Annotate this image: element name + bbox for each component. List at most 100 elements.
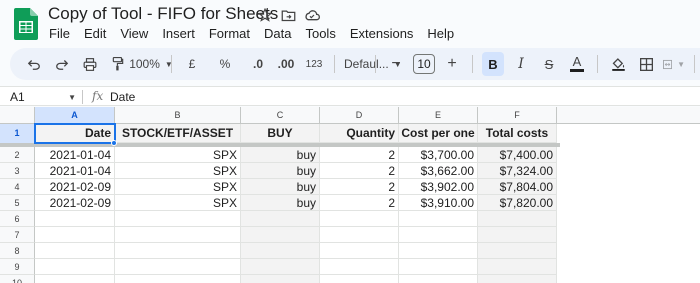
table-cell[interactable]: [241, 243, 320, 259]
table-cell[interactable]: [35, 259, 115, 275]
table-cell[interactable]: 2: [320, 195, 399, 211]
column-header-a[interactable]: A: [35, 107, 115, 124]
row-header-8[interactable]: 8: [0, 243, 35, 259]
table-cell[interactable]: [115, 275, 241, 283]
table-cell[interactable]: [35, 227, 115, 243]
table-cell[interactable]: [478, 227, 557, 243]
menu-edit[interactable]: Edit: [77, 25, 113, 43]
menu-format[interactable]: Format: [202, 25, 257, 43]
table-cell[interactable]: SPX: [115, 195, 241, 211]
text-color-button[interactable]: A: [566, 52, 588, 76]
italic-button[interactable]: I: [510, 52, 532, 76]
zoom-select[interactable]: 100% ▼: [129, 52, 173, 76]
menu-tools[interactable]: Tools: [298, 25, 342, 43]
table-cell[interactable]: $3,662.00: [399, 163, 478, 179]
table-cell[interactable]: [115, 227, 241, 243]
redo-icon[interactable]: [51, 52, 73, 76]
decrease-decimal-button[interactable]: .0: [247, 52, 269, 76]
table-cell[interactable]: 2: [320, 179, 399, 195]
table-cell[interactable]: [320, 259, 399, 275]
table-cell[interactable]: [115, 243, 241, 259]
table-cell[interactable]: $7,804.00: [478, 179, 557, 195]
sheets-logo-icon[interactable]: [14, 8, 38, 40]
percent-format-button[interactable]: %: [214, 52, 236, 76]
cloud-status-icon[interactable]: [303, 6, 321, 24]
column-header-d[interactable]: D: [320, 107, 399, 124]
column-header-e[interactable]: E: [399, 107, 478, 124]
table-cell[interactable]: [35, 243, 115, 259]
table-cell[interactable]: [478, 243, 557, 259]
undo-icon[interactable]: [23, 52, 45, 76]
row-header-4[interactable]: 4: [0, 179, 35, 195]
menu-view[interactable]: View: [113, 25, 155, 43]
menu-insert[interactable]: Insert: [155, 25, 202, 43]
increase-font-size-icon[interactable]: +: [441, 52, 463, 76]
table-cell[interactable]: $7,400.00: [478, 147, 557, 163]
table-cell[interactable]: $3,902.00: [399, 179, 478, 195]
table-cell[interactable]: SPX: [115, 179, 241, 195]
table-cell[interactable]: SPX: [115, 147, 241, 163]
column-header-f[interactable]: F: [478, 107, 557, 124]
menu-help[interactable]: Help: [420, 25, 461, 43]
table-cell[interactable]: [35, 211, 115, 227]
bold-button[interactable]: B: [482, 52, 504, 76]
column-header-b[interactable]: B: [115, 107, 241, 124]
strikethrough-button[interactable]: S: [538, 52, 560, 76]
table-cell[interactable]: buy: [241, 195, 320, 211]
table-cell[interactable]: [478, 275, 557, 283]
table-cell[interactable]: [115, 259, 241, 275]
header-cell[interactable]: Quantity: [320, 124, 399, 143]
row-header-6[interactable]: 6: [0, 211, 35, 227]
borders-icon[interactable]: [635, 52, 657, 76]
table-cell[interactable]: [241, 211, 320, 227]
table-cell[interactable]: $7,820.00: [478, 195, 557, 211]
menu-data[interactable]: Data: [257, 25, 298, 43]
merge-cells-icon[interactable]: ▼: [663, 52, 685, 76]
table-cell[interactable]: 2021-02-09: [35, 179, 115, 195]
table-cell[interactable]: 2: [320, 147, 399, 163]
more-formats-button[interactable]: 123: [303, 52, 325, 76]
table-cell[interactable]: [399, 227, 478, 243]
header-cell[interactable]: BUY: [241, 124, 320, 143]
header-cell[interactable]: Total costs: [478, 124, 557, 143]
table-cell[interactable]: buy: [241, 147, 320, 163]
row-header-2[interactable]: 2: [0, 147, 35, 163]
header-cell[interactable]: STOCK/ETF/ASSET: [115, 124, 241, 143]
table-cell[interactable]: buy: [241, 179, 320, 195]
table-cell[interactable]: [478, 211, 557, 227]
table-cell[interactable]: [320, 227, 399, 243]
table-cell[interactable]: [478, 259, 557, 275]
table-cell[interactable]: [320, 211, 399, 227]
header-cell[interactable]: Cost per one: [399, 124, 478, 143]
table-cell[interactable]: SPX: [115, 163, 241, 179]
star-icon[interactable]: [256, 6, 274, 24]
select-all-corner[interactable]: [0, 107, 35, 124]
menu-file[interactable]: File: [42, 25, 77, 43]
menu-extensions[interactable]: Extensions: [343, 25, 421, 43]
font-family-select[interactable]: Defaul... ▼: [344, 52, 402, 76]
table-cell[interactable]: [399, 211, 478, 227]
paint-format-icon[interactable]: [107, 52, 129, 76]
table-cell[interactable]: [35, 275, 115, 283]
table-cell[interactable]: [320, 243, 399, 259]
table-cell[interactable]: [241, 259, 320, 275]
table-cell[interactable]: [320, 275, 399, 283]
table-cell[interactable]: 2021-02-09: [35, 195, 115, 211]
table-cell[interactable]: buy: [241, 163, 320, 179]
table-cell[interactable]: [399, 243, 478, 259]
table-cell[interactable]: $3,910.00: [399, 195, 478, 211]
table-cell[interactable]: [399, 259, 478, 275]
font-size-input[interactable]: 10: [413, 52, 435, 76]
table-cell[interactable]: 2021-01-04: [35, 163, 115, 179]
decrease-font-size-icon[interactable]: −: [385, 52, 407, 76]
spreadsheet-grid[interactable]: A B C D E F 1 2 3 4 5 6 7 8 9 10 Date STOCK/ETF/ASSET BUY Q…: [0, 107, 700, 283]
table-cell[interactable]: [241, 275, 320, 283]
column-header-c[interactable]: C: [241, 107, 320, 124]
table-cell[interactable]: $7,324.00: [478, 163, 557, 179]
fill-handle[interactable]: [111, 140, 117, 146]
row-header-5[interactable]: 5: [0, 195, 35, 211]
table-cell[interactable]: [399, 275, 478, 283]
fill-color-icon[interactable]: [607, 52, 629, 76]
row-header-3[interactable]: 3: [0, 163, 35, 179]
currency-format-button[interactable]: £: [181, 52, 203, 76]
